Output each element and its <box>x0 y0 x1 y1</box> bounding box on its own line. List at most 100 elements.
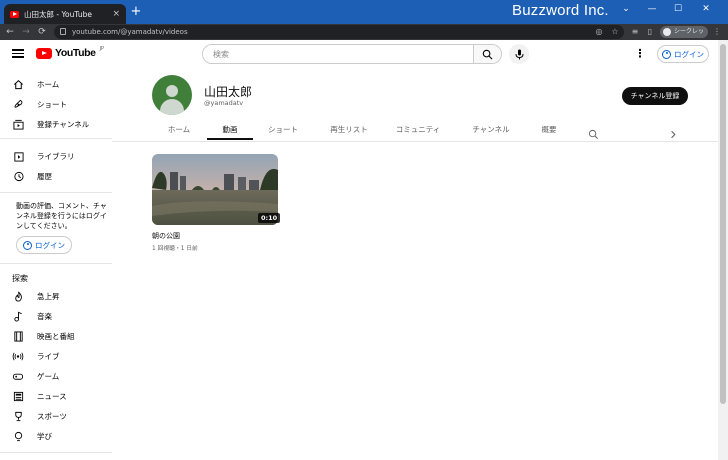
subscribe-button[interactable]: チャンネル登録 <box>622 87 688 105</box>
avatar-head <box>166 85 178 97</box>
tab-about[interactable]: 概要 <box>534 120 564 140</box>
home-icon <box>12 78 24 90</box>
tab-search-icon[interactable]: ⌄ <box>615 2 637 16</box>
forward-arrow-icon[interactable]: → <box>20 24 32 40</box>
history-icon <box>12 170 24 182</box>
logo-text: YouTube <box>55 47 96 59</box>
back-arrow-icon[interactable]: ← <box>4 24 16 40</box>
youtube-play-icon <box>36 47 52 59</box>
sidebar-item-label: 急上昇 <box>37 291 60 301</box>
sidebar-item-history[interactable]: 履歴 <box>0 166 112 186</box>
library-icon <box>12 150 24 162</box>
video-meta: 1 回視聴・1 日前 <box>152 246 198 252</box>
search-button[interactable] <box>473 45 501 63</box>
sidebar-item-shorts[interactable]: ショート <box>0 94 112 114</box>
watermark: Buzzword Inc. <box>512 2 609 19</box>
sidebar-item-subscriptions[interactable]: 登録チャンネル <box>0 114 112 134</box>
tab-videos[interactable]: 動画 <box>207 120 253 140</box>
channel-search-icon[interactable] <box>588 125 599 139</box>
tab-title: 山田太郎 - YouTube <box>24 9 92 19</box>
login-label: ログイン <box>35 240 65 250</box>
sidebar-item-sports[interactable]: スポーツ <box>0 406 112 426</box>
sidebar-item-learning[interactable]: 学び <box>0 426 112 446</box>
sidebar-item-music[interactable]: 音楽 <box>0 306 112 326</box>
new-tab-button[interactable]: + <box>130 5 142 19</box>
sidebar-item-movies[interactable]: 映画と番組 <box>0 326 112 346</box>
browser-tab[interactable]: 山田太郎 - YouTube × <box>4 4 126 24</box>
sidebar-item-live[interactable]: ライブ <box>0 346 112 366</box>
settings-more-button[interactable]: ⋮ <box>634 46 646 62</box>
shorts-icon <box>12 98 24 110</box>
gaming-icon <box>12 370 24 382</box>
sidebar-item-label: 音楽 <box>37 311 52 321</box>
login-button-top[interactable]: ログイン <box>657 45 709 63</box>
voice-search-button[interactable] <box>509 44 529 64</box>
tab-close-icon[interactable]: × <box>112 9 120 19</box>
tab-shorts[interactable]: ショート <box>262 120 304 140</box>
sidebar-item-library[interactable]: ライブラリ <box>0 146 112 166</box>
maximize-button[interactable]: ☐ <box>667 2 689 16</box>
incognito-icon <box>663 28 671 36</box>
minimize-button[interactable]: — <box>641 2 663 16</box>
learning-icon <box>12 430 24 442</box>
tab-home[interactable]: ホーム <box>160 120 198 140</box>
sidebar-item-gaming[interactable]: ゲーム <box>0 366 112 386</box>
sidebar-item-label: 映画と番組 <box>37 331 75 341</box>
sidebar-item-home[interactable]: ホーム <box>0 74 112 94</box>
explore-heading: 探索 <box>12 274 28 283</box>
sidebar-item-news[interactable]: ニュース <box>0 386 112 406</box>
video-title[interactable]: 朝の公園 <box>152 231 180 241</box>
tab-community[interactable]: コミュニティ <box>392 120 444 140</box>
browser-menu-icon[interactable]: ⋮ <box>712 27 722 37</box>
youtube-logo[interactable]: YouTube JP <box>36 46 105 59</box>
url-text: youtube.com/@yamadatv/videos <box>72 28 188 36</box>
url-input[interactable]: youtube.com/@yamadatv/videos <box>54 25 624 39</box>
channel-name: 山田太郎 <box>204 85 253 99</box>
account-circle-icon <box>23 240 32 250</box>
live-icon <box>12 350 24 362</box>
bookmark-star-icon[interactable]: ☆ <box>610 27 620 37</box>
sidebar-item-trending[interactable]: 急上昇 <box>0 286 112 306</box>
video-duration-badge: 0:10 <box>258 213 281 223</box>
sidebar-item-label: ホーム <box>37 79 60 89</box>
film-icon <box>12 330 24 342</box>
sidebar-item-label: スポーツ <box>37 411 67 421</box>
microphone-icon <box>515 49 523 59</box>
side-panel-icon[interactable]: ▯ <box>645 27 655 37</box>
sports-icon <box>12 410 24 422</box>
close-window-button[interactable]: ✕ <box>695 2 717 16</box>
lock-icon <box>60 28 66 35</box>
login-button-sidebar[interactable]: ログイン <box>16 236 72 254</box>
sidebar-item-label: ライブラリ <box>37 151 75 161</box>
channel-handle: @yamadatv <box>204 99 244 107</box>
sidebar-divider <box>0 263 112 264</box>
media-icon[interactable]: ≡ <box>630 27 640 37</box>
avatar-body <box>160 99 184 115</box>
search-box <box>202 44 502 64</box>
music-icon <box>12 310 24 322</box>
account-circle-icon <box>662 49 671 59</box>
news-icon <box>12 390 24 402</box>
sidebar-item-label: 学び <box>37 431 52 441</box>
hamburger-menu-icon[interactable] <box>12 47 24 59</box>
scrollbar-thumb[interactable] <box>720 44 726 404</box>
youtube-favicon-icon <box>10 10 19 18</box>
channel-avatar <box>152 75 192 115</box>
reload-icon[interactable]: ⟳ <box>36 24 48 40</box>
search-input[interactable] <box>203 45 473 63</box>
incognito-badge[interactable]: シークレット <box>660 26 708 47</box>
tab-channels[interactable]: チャンネル <box>468 120 514 140</box>
sidebar-item-label: ゲーム <box>37 371 60 381</box>
sidebar-divider <box>0 138 112 139</box>
eye-off-icon[interactable]: ◎ <box>594 27 604 37</box>
logo-region: JP <box>99 46 105 52</box>
tab-playlists[interactable]: 再生リスト <box>324 120 374 140</box>
tabs-scroll-right-icon[interactable] <box>668 125 678 139</box>
subscriptions-icon <box>12 118 24 130</box>
tabs-divider <box>112 141 718 142</box>
sidebar-item-label: ライブ <box>37 351 60 361</box>
sidebar-item-label: 登録チャンネル <box>37 119 90 129</box>
sidebar-divider <box>0 452 112 453</box>
sidebar-divider <box>0 192 112 193</box>
sidebar-item-label: 履歴 <box>37 171 52 181</box>
